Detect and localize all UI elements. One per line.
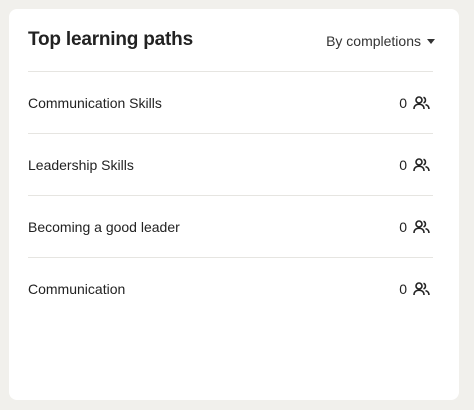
completion-count: 0 (399, 95, 433, 111)
learning-path-name: Communication (28, 280, 126, 297)
users-icon (413, 95, 430, 109)
learning-path-name: Leadership Skills (28, 156, 134, 173)
card-title: Top learning paths (28, 29, 193, 50)
learning-path-row[interactable]: Communication Skills 0 (28, 71, 433, 133)
learning-path-row[interactable]: Communication 0 (28, 257, 433, 319)
users-icon (413, 157, 430, 171)
users-icon (413, 219, 430, 233)
completion-count-value: 0 (399, 218, 407, 235)
completion-count-value: 0 (399, 280, 407, 297)
sort-dropdown[interactable]: By completions (326, 31, 435, 51)
learning-path-name: Becoming a good leader (28, 218, 180, 235)
completion-count-value: 0 (399, 94, 407, 111)
learning-path-row[interactable]: Leadership Skills 0 (28, 133, 433, 195)
completion-count: 0 (399, 157, 433, 173)
completion-count: 0 (399, 219, 433, 235)
top-learning-paths-card: Top learning paths By completions Commun… (9, 9, 459, 400)
learning-path-row[interactable]: Becoming a good leader 0 (28, 195, 433, 257)
learning-path-name: Communication Skills (28, 94, 162, 111)
sort-dropdown-label: By completions (326, 33, 421, 49)
learning-path-list: Communication Skills 0 Leadership Skills… (28, 71, 433, 319)
completion-count: 0 (399, 281, 433, 297)
card-header: Top learning paths By completions (9, 9, 459, 71)
users-icon (413, 281, 430, 295)
caret-down-icon (427, 38, 435, 44)
completion-count-value: 0 (399, 156, 407, 173)
